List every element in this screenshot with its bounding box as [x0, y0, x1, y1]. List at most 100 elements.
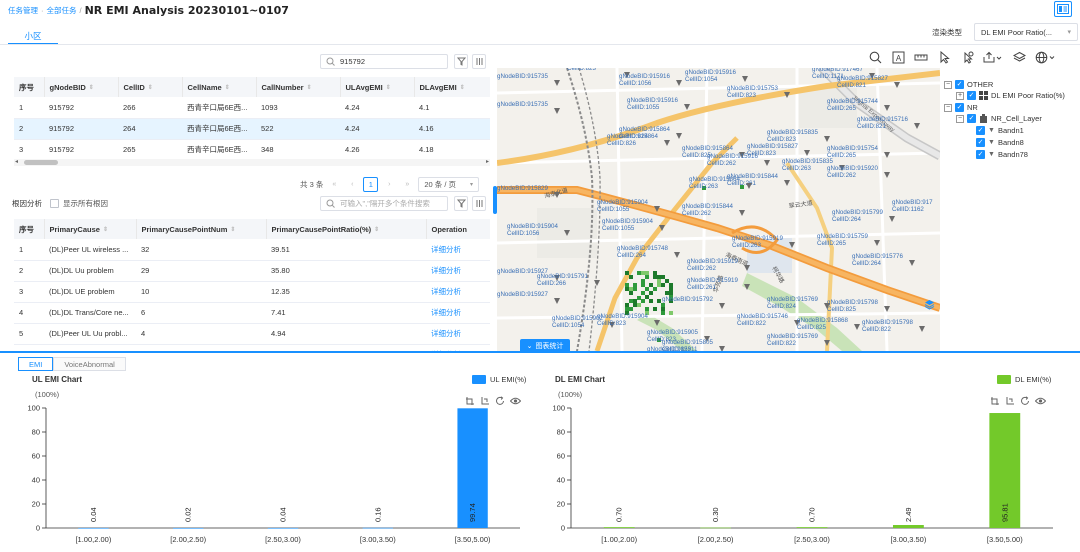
- measurement-point[interactable]: [625, 307, 629, 311]
- measurement-point[interactable]: [657, 275, 661, 279]
- measurement-point[interactable]: [641, 299, 645, 303]
- measurement-point[interactable]: [649, 283, 653, 287]
- measurement-point[interactable]: [633, 303, 637, 307]
- measurement-point[interactable]: [669, 311, 673, 315]
- bar[interactable]: [173, 527, 204, 529]
- root-cause-search-input[interactable]: 可输入","隔开多个条件搜索: [320, 196, 448, 211]
- cell-search-input[interactable]: 915792: [320, 54, 448, 69]
- cell-site-label[interactable]: gNodeBID:915927: [497, 291, 548, 298]
- layer-nr[interactable]: − ✓ NR: [944, 103, 978, 112]
- scrollbar-thumb[interactable]: [24, 160, 58, 165]
- cell-site-label[interactable]: gNodeBID:915829: [497, 185, 548, 192]
- layout-toggle-button[interactable]: [1054, 1, 1072, 17]
- measurement-point[interactable]: [665, 279, 669, 283]
- measurement-point[interactable]: [665, 291, 669, 295]
- measurement-point[interactable]: [669, 287, 673, 291]
- layer-dl-emi[interactable]: + ✓ DL EMI Poor Ratio(%): [956, 91, 1065, 100]
- dl-chart-legend[interactable]: DL EMI(%): [997, 375, 1051, 384]
- layer-band-n78[interactable]: ✓ ▼ Bandn78: [976, 150, 1028, 159]
- col-ulavgemi[interactable]: ULAvgEMI ⇕: [340, 77, 415, 97]
- last-page-icon[interactable]: »: [400, 177, 414, 191]
- col-gnodebid[interactable]: gNodeBID ⇕: [44, 77, 119, 97]
- root-cause-filter-button[interactable]: [454, 196, 468, 211]
- collapse-icon[interactable]: −: [944, 80, 952, 89]
- layer-other[interactable]: − ✓ OTHER: [944, 80, 993, 89]
- table-row[interactable]: 6(UL)UL Uu problem00.00详细分析: [14, 344, 490, 351]
- measurement-point[interactable]: [641, 279, 645, 283]
- detail-analysis-link[interactable]: 详细分析: [426, 344, 490, 351]
- measurement-point[interactable]: [637, 271, 641, 275]
- measurement-point[interactable]: [637, 296, 641, 300]
- table-row[interactable]: 3 (DL)DL UE problem 10 12.35 详细分析: [14, 281, 490, 303]
- measurement-point[interactable]: [661, 307, 665, 311]
- detail-analysis-link[interactable]: 详细分析: [426, 302, 490, 324]
- checkbox-checked-icon[interactable]: ✓: [976, 150, 985, 159]
- map-layers-button[interactable]: [1012, 50, 1026, 64]
- map-ruler-button[interactable]: [914, 50, 928, 64]
- measurement-point[interactable]: [625, 303, 629, 307]
- measurement-point[interactable]: [645, 275, 649, 279]
- measurement-point[interactable]: [633, 283, 637, 287]
- measurement-point[interactable]: [669, 283, 673, 287]
- bar[interactable]: [700, 527, 732, 529]
- map-search-button[interactable]: [868, 50, 882, 64]
- measurement-point[interactable]: [625, 283, 629, 287]
- root-cause-columns-button[interactable]: [472, 196, 486, 211]
- table-row[interactable]: 1 (DL)Peer UL wireless ... 32 39.51 详细分析: [14, 239, 490, 261]
- show-all-causes-checkbox[interactable]: 显示所有根因: [50, 198, 108, 209]
- map-lasso-button[interactable]: [960, 50, 974, 64]
- bar[interactable]: [892, 525, 924, 528]
- col-primary-cause[interactable]: PrimaryCause ⇕: [44, 219, 137, 239]
- table-row[interactable]: 4 (DL)DL Trans/Core ne... 6 7.41 详细分析: [14, 302, 490, 324]
- measurement-point[interactable]: [669, 291, 673, 295]
- measurement-point[interactable]: [641, 283, 645, 287]
- checkbox-checked-icon[interactable]: ✓: [967, 114, 976, 123]
- cell-site-label[interactable]: gNodeBID:915792: [662, 296, 713, 303]
- cell-site-label[interactable]: gNodeBID:915735: [497, 101, 548, 108]
- scroll-left-icon[interactable]: ◂: [15, 158, 18, 165]
- collapse-icon[interactable]: −: [944, 103, 952, 112]
- col-callnumber[interactable]: CallNumber ⇕: [256, 77, 341, 97]
- detail-analysis-link[interactable]: 详细分析: [426, 239, 490, 261]
- breadcrumb-task-management[interactable]: 任务管理: [8, 5, 38, 16]
- tab-emi[interactable]: EMI: [18, 357, 54, 371]
- table-row[interactable]: 2 (DL)DL Uu problem 29 35.80 详细分析: [14, 260, 490, 282]
- scroll-right-icon[interactable]: ▸: [486, 158, 489, 165]
- measurement-point[interactable]: [645, 295, 649, 299]
- cell-columns-button[interactable]: [472, 54, 486, 69]
- checkbox-icon[interactable]: [50, 199, 59, 208]
- measurement-point[interactable]: [653, 271, 657, 275]
- measurement-point[interactable]: [653, 307, 657, 311]
- horizontal-scrollbar[interactable]: ◂ ▸: [14, 159, 490, 166]
- map-export-button[interactable]: [983, 50, 1003, 64]
- col-cellid[interactable]: CellID ⇕: [118, 77, 183, 97]
- breadcrumb-all-tasks[interactable]: 全部任务: [47, 5, 77, 16]
- measurement-point[interactable]: [661, 283, 665, 287]
- map-select-button[interactable]: [937, 50, 951, 64]
- next-page-icon[interactable]: ›: [382, 177, 396, 191]
- measurement-point[interactable]: [661, 311, 665, 315]
- checkbox-checked-icon[interactable]: ✓: [967, 91, 976, 100]
- bar[interactable]: [796, 527, 828, 528]
- prev-page-icon[interactable]: ‹: [345, 177, 359, 191]
- measurement-point[interactable]: [625, 271, 629, 275]
- measurement-point[interactable]: [645, 287, 649, 291]
- table-row[interactable]: 2 915792 264 西青辛口局6E西... 522 4.24 4.16: [14, 118, 490, 140]
- detail-analysis-link[interactable]: 详细分析: [426, 281, 490, 303]
- bar[interactable]: [267, 527, 299, 529]
- measurement-point[interactable]: [641, 291, 645, 295]
- measurement-point[interactable]: [629, 275, 633, 279]
- measurement-point[interactable]: [661, 275, 665, 279]
- measurement-point[interactable]: [633, 287, 637, 291]
- map-text-button[interactable]: A: [891, 50, 905, 64]
- measurement-point[interactable]: [637, 303, 641, 307]
- col-cellname[interactable]: CellName ⇕: [182, 77, 257, 97]
- checkbox-checked-icon[interactable]: ✓: [955, 80, 964, 89]
- checkbox-checked-icon[interactable]: ✓: [955, 103, 964, 112]
- render-type-select[interactable]: DL EMI Poor Ratio(... ▾: [974, 23, 1078, 41]
- measurement-point[interactable]: [661, 303, 665, 307]
- map-layer-quick-icon[interactable]: [924, 299, 935, 310]
- col-point-num[interactable]: PrimaryCausePointNum ⇕: [136, 219, 267, 239]
- horizontal-divider[interactable]: [0, 351, 1080, 353]
- bar[interactable]: [603, 527, 635, 528]
